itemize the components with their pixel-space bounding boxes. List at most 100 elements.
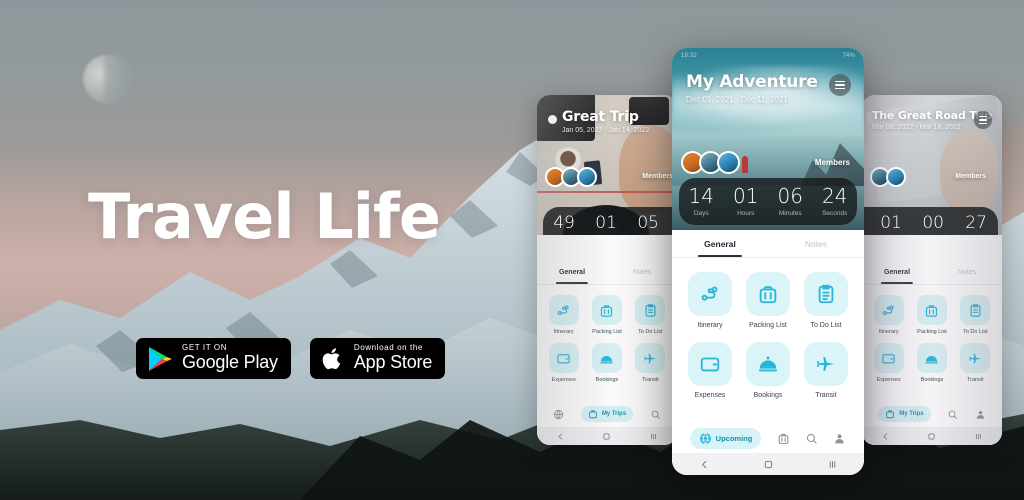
grid-item-itinerary[interactable]: Itinerary (543, 295, 584, 335)
tab-general[interactable]: General (537, 261, 607, 284)
nav-pill-label: Upcoming (715, 433, 753, 443)
back-icon[interactable] (556, 432, 565, 441)
phone-left-avatars[interactable] (545, 167, 597, 187)
app-store-badge[interactable]: Download on the App Store (309, 338, 446, 379)
grid-label: Transit (642, 377, 659, 384)
back-icon[interactable] (699, 459, 710, 470)
tab-notes[interactable]: Notes (932, 261, 1002, 284)
avatar[interactable] (717, 151, 740, 174)
grid-item-to-do-list[interactable]: To Do List (955, 295, 996, 335)
grid-label: Expenses (551, 377, 576, 384)
search-icon (948, 410, 958, 419)
avatar[interactable] (886, 167, 906, 187)
phone-left-bottom: My Trips (537, 401, 677, 445)
nav-person[interactable] (833, 432, 846, 445)
nav-search[interactable] (805, 432, 818, 445)
clipboard-icon (818, 284, 834, 304)
recents-icon[interactable] (827, 459, 838, 470)
back-icon[interactable] (881, 432, 890, 441)
countdown-unit: 01Hours (733, 186, 758, 218)
phone-left-countdown: 49Days 01Hours 05Minutes 55Seconds (543, 207, 677, 235)
nav-person[interactable] (975, 409, 986, 420)
search-icon (806, 433, 817, 444)
nav-suitcase[interactable] (777, 432, 790, 445)
grid-item-bookings[interactable]: Bookings (911, 343, 952, 383)
phone-left-location-icon[interactable] (548, 115, 557, 124)
grid-item-itinerary[interactable]: Itinerary (868, 295, 909, 335)
grid-item-packing-list[interactable]: Packing List (586, 295, 627, 335)
tab-notes[interactable]: Notes (768, 230, 864, 257)
grid-item-expenses[interactable]: Expenses (868, 343, 909, 383)
room-service-icon (758, 356, 778, 372)
clipboard-icon (970, 303, 981, 317)
avatar[interactable] (577, 167, 597, 187)
grid-item-expenses[interactable]: Expenses (684, 341, 736, 400)
countdown-value: 00 (922, 212, 944, 233)
phone-right-hero: The Great Road Trip Mar 08, 2022 - Mar 1… (862, 95, 1002, 235)
phone-center-avatars[interactable] (681, 151, 740, 174)
airplane-icon (969, 353, 981, 363)
phone-right-tabs: General Notes (862, 261, 1002, 285)
home-icon[interactable] (927, 432, 936, 441)
nav-globe[interactable] (553, 409, 564, 420)
grid-item-packing-list[interactable]: Packing List (742, 272, 794, 330)
store-badges: GET IT ON Google Play Download on the Ap… (136, 338, 446, 379)
home-icon[interactable] (763, 459, 774, 470)
nav-pill-my-trips[interactable]: My Trips (878, 406, 931, 422)
tab-general[interactable]: General (672, 230, 768, 257)
airplane-icon (816, 356, 835, 371)
countdown-unit: 01Hours (880, 212, 902, 236)
grid-label: Bookings (595, 377, 619, 384)
nav-pill-my-trips[interactable]: My Trips (580, 406, 634, 422)
route-icon (701, 286, 718, 301)
tab-notes[interactable]: Notes (607, 261, 677, 284)
grid-label: Transit (815, 391, 837, 399)
suitcase-icon (926, 304, 938, 317)
nav-pill-label: My Trips (899, 411, 924, 417)
grid-label: Expenses (876, 377, 901, 384)
grid-item-transit[interactable]: Transit (800, 341, 852, 400)
phone-center-status-bar: 18:32 74% (672, 48, 864, 63)
phone-left-hero: Great Trip Jan 05, 2022 - Jan 14, 2022 M… (537, 95, 677, 235)
globe-icon (699, 432, 711, 445)
countdown-unit: 01Hours (595, 212, 617, 236)
google-play-icon (149, 346, 172, 371)
nav-pill-upcoming[interactable]: Upcoming (689, 427, 762, 449)
countdown-value: 05 (637, 212, 659, 233)
nav-search[interactable] (947, 409, 958, 420)
phone-right-avatars[interactable] (870, 167, 906, 187)
grid-item-bookings[interactable]: Bookings (586, 343, 627, 383)
google-play-badge[interactable]: GET IT ON Google Play (136, 338, 291, 379)
grid-item-expenses[interactable]: Expenses (543, 343, 584, 383)
phone-left-system-nav (537, 427, 677, 445)
countdown-unit: 27Seconds (964, 214, 987, 236)
phone-right-trip-dates: Mar 08, 2022 - Mar 18, 2022 (872, 124, 961, 131)
grid-item-transit[interactable]: Transit (955, 343, 996, 383)
grid-item-packing-list[interactable]: Packing List (911, 295, 952, 335)
phone-center-system-nav (672, 453, 864, 475)
google-play-big-label: Google Play (182, 352, 278, 372)
wallet-icon (557, 353, 570, 364)
grid-item-to-do-list[interactable]: To Do List (630, 295, 671, 335)
recents-icon[interactable] (649, 432, 658, 441)
countdown-value: 01 (880, 212, 902, 233)
grid-item-transit[interactable]: Transit (630, 343, 671, 383)
grid-item-to-do-list[interactable]: To Do List (800, 272, 852, 330)
countdown-label: Seconds (822, 209, 848, 217)
tab-general[interactable]: General (862, 261, 932, 284)
nav-search[interactable] (650, 409, 661, 420)
countdown-unit: 14 Days (689, 186, 714, 218)
countdown-value: 06 (777, 183, 803, 208)
phone-left-trip-title: Great Trip (562, 109, 639, 125)
grid-label: Itinerary (553, 329, 574, 335)
countdown-value: 24 (822, 183, 848, 208)
recents-icon[interactable] (974, 432, 983, 441)
grid-item-bookings[interactable]: Bookings (742, 341, 794, 400)
phone-right-menu-button[interactable] (974, 111, 992, 129)
phone-center-menu-button[interactable] (829, 74, 851, 96)
countdown-value: 01 (595, 212, 617, 233)
home-icon[interactable] (602, 432, 611, 441)
countdown-unit: 00Minutes (922, 212, 944, 236)
grid-item-itinerary[interactable]: Itinerary (684, 272, 736, 330)
route-icon (557, 304, 569, 315)
